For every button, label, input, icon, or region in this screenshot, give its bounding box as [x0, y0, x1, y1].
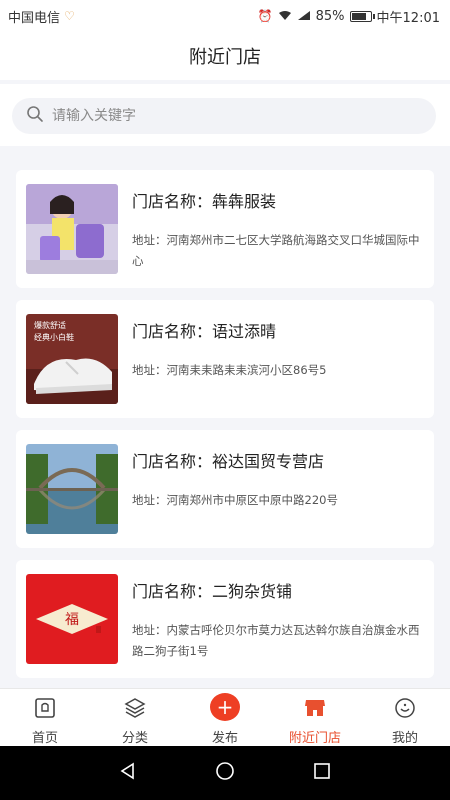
store-thumbnail: 爆款舒适 经典小白鞋 — [26, 314, 118, 404]
clock: 中午12:01 — [376, 10, 440, 26]
system-nav-bar — [0, 746, 450, 800]
store-address: 地址：河南郑州市中原区中原中路220号 — [132, 493, 338, 507]
store-name: 门店名称：犇犇服装 — [132, 192, 277, 211]
nav-home-label: 首页 — [31, 731, 58, 746]
store-name: 门店名称：语过添晴 — [132, 322, 277, 341]
profile-icon — [392, 695, 418, 721]
nav-home[interactable]: 首页 — [0, 689, 90, 746]
nav-category-label: 分类 — [121, 731, 148, 746]
store-address: 地址：河南郑州市二七区大学路航海路交叉口华城国际中心 — [132, 233, 420, 268]
bottom-nav: 首页 分类 + 发布 附近门店 我的 — [0, 688, 450, 746]
heart-icon: ♡ — [64, 9, 75, 23]
nav-profile[interactable]: 我的 — [360, 689, 450, 746]
store-thumbnail: 福 — [26, 574, 118, 664]
home-icon — [32, 695, 58, 721]
nav-publish-label: 发布 — [211, 731, 238, 746]
battery-percent: 85% — [315, 8, 345, 24]
store-name: 门店名称：裕达国贸专营店 — [132, 452, 325, 471]
page-header: 附近门店 — [0, 32, 450, 80]
store-card-2[interactable]: 爆款舒适 经典小白鞋 门店名称：语过添晴 地址：河南耒耒路耒耒滨河小区86号5 — [16, 300, 434, 418]
recents-icon[interactable] — [313, 762, 331, 784]
store-list[interactable]: 门店名称：犇犇服装 地址：河南郑州市二七区大学路航海路交叉口华城国际中心 爆款舒… — [0, 158, 450, 688]
search-input[interactable] — [52, 108, 412, 124]
search-box[interactable] — [12, 98, 436, 134]
carrier-label: 中国电信 — [8, 10, 61, 26]
home-circle-icon[interactable] — [215, 761, 235, 785]
store-card-4[interactable]: 福 门店名称：二狗杂货铺 地址：内蒙古呼伦贝尔市莫力达瓦达斡尔族自治旗金水西路二… — [16, 560, 434, 678]
nav-nearby-stores[interactable]: 附近门店 — [270, 689, 360, 746]
store-thumbnail — [26, 184, 118, 274]
alarm-icon: ⏰ — [257, 9, 273, 23]
store-name: 门店名称：二狗杂货铺 — [132, 582, 293, 601]
search-icon — [26, 105, 44, 127]
store-address: 地址：内蒙古呼伦贝尔市莫力达瓦达斡尔族自治旗金水西路二狗子街1号 — [132, 623, 420, 658]
back-icon[interactable] — [119, 762, 137, 784]
sneaker-banner-text-1: 爆款舒适 — [34, 320, 66, 330]
status-bar: 中国电信 ♡ ⏰ 85% 中午12:01 — [0, 0, 450, 32]
store-card-3[interactable]: 门店名称：裕达国贸专营店 地址：河南郑州市中原区中原中路220号 — [16, 430, 434, 548]
store-address: 地址：河南耒耒路耒耒滨河小区86号5 — [132, 363, 327, 377]
nav-category[interactable]: 分类 — [90, 689, 180, 746]
store-card-1[interactable]: 门店名称：犇犇服装 地址：河南郑州市二七区大学路航海路交叉口华城国际中心 — [16, 170, 434, 288]
fu-character: 福 — [65, 612, 79, 628]
nav-profile-label: 我的 — [391, 731, 418, 746]
signal-icon — [297, 10, 311, 23]
sneaker-banner-text-2: 经典小白鞋 — [34, 332, 74, 342]
battery-icon — [349, 10, 375, 22]
wifi-icon — [278, 10, 292, 23]
search-bar-area — [0, 84, 450, 146]
plus-icon: + — [210, 693, 240, 721]
nav-nearby-stores-label: 附近门店 — [288, 731, 341, 746]
store-icon — [302, 695, 328, 721]
nav-publish[interactable]: + 发布 — [180, 689, 270, 746]
layers-icon — [122, 695, 148, 721]
page-title: 附近门店 — [189, 47, 261, 68]
store-thumbnail — [26, 444, 118, 534]
